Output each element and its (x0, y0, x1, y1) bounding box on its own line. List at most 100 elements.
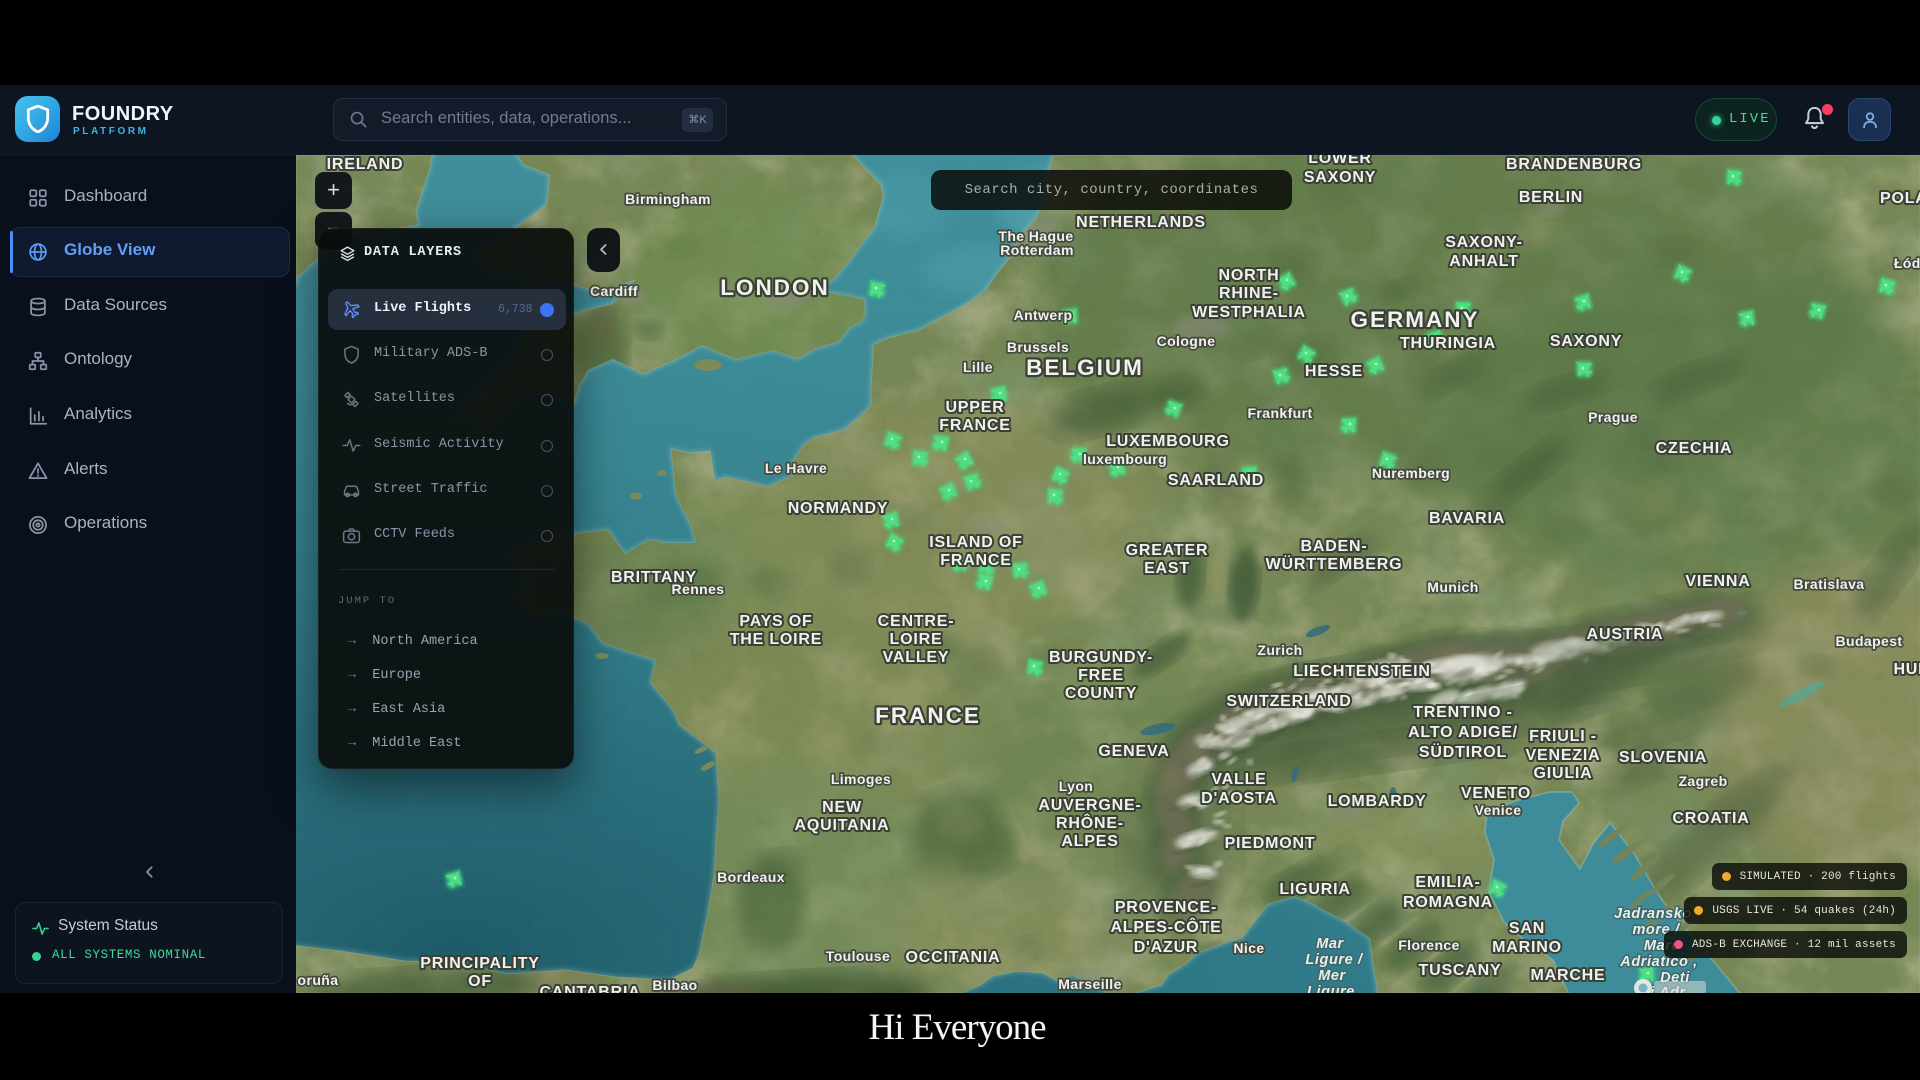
svg-text:Bratislava: Bratislava (1794, 576, 1865, 592)
svg-text:Birmingham: Birmingham (625, 191, 711, 207)
svg-text:Ligure /: Ligure / (1305, 952, 1364, 968)
svg-text:IRELAND: IRELAND (327, 156, 404, 173)
svg-text:LIECHTENSTEIN: LIECHTENSTEIN (1293, 663, 1431, 680)
svg-text:HESSE: HESSE (1305, 363, 1363, 380)
svg-text:AQUITANIA: AQUITANIA (795, 817, 890, 834)
svg-text:THE LOIRE: THE LOIRE (730, 631, 823, 648)
svg-text:GREATER: GREATER (1126, 542, 1209, 559)
svg-text:Zurich: Zurich (1257, 642, 1302, 658)
svg-text:FRANCE: FRANCE (875, 703, 981, 728)
svg-text:BAVARIA: BAVARIA (1429, 510, 1505, 527)
svg-text:Venice: Venice (1475, 802, 1522, 818)
svg-text:Budapest: Budapest (1836, 633, 1903, 649)
svg-text:MARCHE: MARCHE (1530, 967, 1605, 984)
svg-text:ANHALT: ANHALT (1449, 253, 1518, 270)
svg-text:THURINGIA: THURINGIA (1400, 335, 1496, 352)
svg-text:GERMANY: GERMANY (1350, 307, 1479, 332)
svg-text:BELGIUM: BELGIUM (1026, 355, 1144, 380)
svg-text:Ligure: Ligure (1307, 984, 1355, 993)
svg-text:Limoges: Limoges (831, 771, 891, 787)
svg-text:OF: OF (468, 973, 492, 990)
svg-text:VALLEY: VALLEY (883, 649, 950, 666)
svg-text:CANTABRIA: CANTABRIA (539, 984, 640, 993)
svg-text:SLOVENIA: SLOVENIA (1619, 749, 1707, 766)
svg-text:ALTO ADIGE/: ALTO ADIGE/ (1408, 724, 1518, 741)
svg-text:PIEDMONT: PIEDMONT (1225, 835, 1316, 852)
svg-text:CENTRE-: CENTRE- (878, 613, 955, 630)
svg-text:Rotterdam: Rotterdam (1000, 242, 1074, 258)
svg-text:RHINE-: RHINE- (1219, 285, 1279, 302)
svg-text:GENEVA: GENEVA (1098, 743, 1169, 760)
svg-text:COUNTY: COUNTY (1065, 685, 1137, 702)
svg-text:WÜRTTEMBERG: WÜRTTEMBERG (1266, 554, 1403, 573)
svg-text:Nice: Nice (1233, 940, 1264, 956)
svg-text:LOMBARDY: LOMBARDY (1328, 793, 1427, 810)
svg-text:FRANCE: FRANCE (939, 417, 1010, 434)
svg-text:D'AOSTA: D'AOSTA (1201, 790, 1277, 807)
svg-text:LONDON: LONDON (720, 275, 830, 300)
svg-text:VIENNA: VIENNA (1685, 573, 1750, 590)
svg-text:Nuremberg: Nuremberg (1372, 465, 1450, 481)
svg-text:luxembourg: luxembourg (1083, 451, 1167, 467)
svg-text:RHÔNE-: RHÔNE- (1056, 813, 1124, 832)
svg-text:NORTH: NORTH (1219, 267, 1280, 284)
svg-text:Cologne: Cologne (1157, 333, 1216, 349)
svg-text:Bilbao: Bilbao (652, 977, 697, 993)
svg-text:ALPES: ALPES (1061, 833, 1118, 850)
svg-text:Bordeaux: Bordeaux (717, 869, 785, 885)
svg-text:SÜDTIROL: SÜDTIROL (1419, 742, 1507, 761)
svg-text:Frankfurt: Frankfurt (1247, 405, 1312, 421)
svg-text:TUSCANY: TUSCANY (1419, 962, 1502, 979)
svg-text:CZECHIA: CZECHIA (1656, 440, 1733, 457)
svg-text:LIGURIA: LIGURIA (1279, 881, 1350, 898)
svg-text:SAARLAND: SAARLAND (1168, 472, 1264, 489)
svg-text:BADEN-: BADEN- (1300, 538, 1367, 555)
svg-text:VENETO: VENETO (1461, 785, 1531, 802)
svg-text:VENEZIA: VENEZIA (1526, 747, 1601, 764)
svg-text:Munich: Munich (1427, 579, 1478, 595)
svg-text:LOWER: LOWER (1308, 155, 1372, 167)
svg-text:Zagreb: Zagreb (1678, 773, 1727, 789)
svg-text:BRANDENBURG: BRANDENBURG (1506, 156, 1642, 173)
svg-text:Cardiff: Cardiff (590, 283, 638, 299)
svg-text:Mer: Mer (1318, 968, 1346, 984)
svg-text:TRENTINO -: TRENTINO - (1413, 704, 1513, 721)
svg-text:WESTPHALIA: WESTPHALIA (1192, 304, 1306, 321)
svg-text:VALLE: VALLE (1211, 771, 1266, 788)
svg-text:SWITZERLAND: SWITZERLAND (1226, 693, 1351, 710)
svg-text:Toulouse: Toulouse (826, 948, 890, 964)
svg-text:GIULIA: GIULIA (1533, 765, 1592, 782)
svg-text:Prague: Prague (1588, 409, 1638, 425)
svg-text:LUXEMBOURG: LUXEMBOURG (1106, 433, 1230, 450)
svg-text:HUN: HUN (1893, 661, 1920, 678)
svg-text:ISLAND OF: ISLAND OF (929, 534, 1022, 551)
svg-text:Mar: Mar (1316, 936, 1344, 952)
svg-text:AUSTRIA: AUSTRIA (1587, 626, 1664, 643)
svg-text:Le Havre: Le Havre (765, 460, 827, 476)
svg-text:NORMANDY: NORMANDY (788, 500, 889, 517)
svg-text:FRANCE: FRANCE (940, 552, 1011, 569)
svg-text:Antwerp: Antwerp (1014, 307, 1073, 323)
svg-text:ROMAGNA: ROMAGNA (1403, 894, 1493, 911)
svg-text:LOIRE: LOIRE (890, 631, 943, 648)
svg-text:NETHERLANDS: NETHERLANDS (1076, 214, 1206, 231)
svg-text:FRIULI -: FRIULI - (1529, 728, 1597, 745)
svg-text:SAXONY: SAXONY (1550, 333, 1622, 350)
svg-text:SAXONY: SAXONY (1304, 169, 1376, 186)
svg-text:SAN: SAN (1509, 920, 1545, 937)
svg-text:Rennes: Rennes (672, 581, 725, 597)
svg-text:D'AZUR: D'AZUR (1134, 939, 1199, 956)
svg-text:UPPER: UPPER (945, 399, 1004, 416)
svg-text:AUVERGNE-: AUVERGNE- (1038, 797, 1141, 814)
svg-text:Lyon: Lyon (1059, 778, 1094, 794)
svg-text:Łódź: Łódź (1894, 255, 1920, 271)
svg-text:Jadransko: Jadransko (1614, 906, 1692, 922)
svg-text:SAXONY-: SAXONY- (1445, 234, 1523, 251)
svg-text:PROVENCE-: PROVENCE- (1115, 899, 1217, 916)
svg-text:OCCITANIA: OCCITANIA (906, 949, 1001, 966)
svg-text:POLAN: POLAN (1880, 190, 1920, 207)
svg-text:Florence: Florence (1398, 937, 1460, 953)
svg-text:Brussels: Brussels (1007, 339, 1069, 355)
svg-text:EMILIA-: EMILIA- (1415, 874, 1480, 891)
svg-text:MARINO: MARINO (1492, 939, 1562, 956)
